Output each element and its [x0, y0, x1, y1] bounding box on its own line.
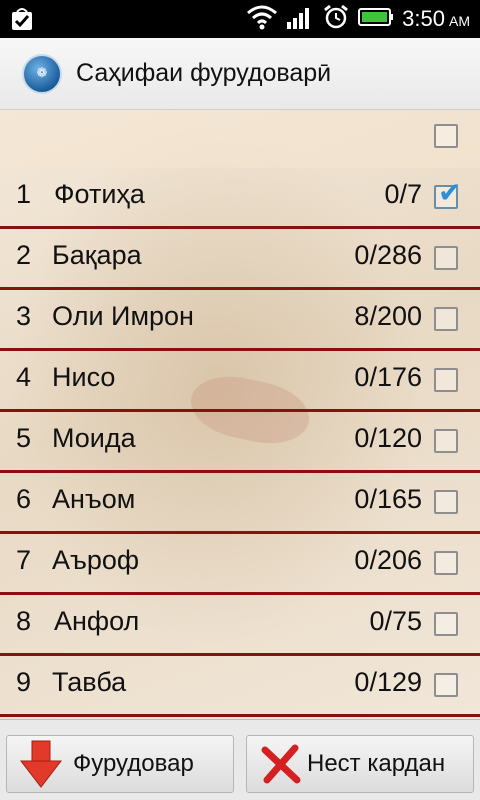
download-arrow-icon [19, 739, 63, 789]
surah-name: Анъом [52, 484, 136, 514]
quran-logo-icon: ❁ [22, 53, 62, 94]
surah-checkbox[interactable]: ✔ [434, 179, 461, 209]
surah-checkbox[interactable] [434, 551, 458, 575]
surah-row[interactable]: 4 Нисо 0/176 [0, 351, 480, 412]
surah-name: Оли Имрон [52, 301, 194, 331]
surah-name: Бақара [52, 240, 142, 270]
surah-number: 8 [16, 606, 32, 636]
surah-row[interactable]: 6 Анъом 0/165 [0, 473, 480, 534]
surah-progress: 0/129 [354, 667, 422, 697]
alarm-icon [322, 3, 350, 35]
battery-icon [358, 6, 394, 32]
surah-number: 3 [16, 301, 32, 331]
surah-number: 4 [16, 362, 32, 392]
checkmark-icon: ✔ [438, 176, 462, 209]
delete-button[interactable]: Нест кардан [246, 735, 474, 793]
surah-number: 9 [16, 667, 32, 697]
surah-progress: 8/200 [354, 301, 422, 331]
surah-progress: 0/120 [354, 423, 422, 453]
status-bar: 3:50 AM [0, 0, 480, 38]
surah-row[interactable]: 3 Оли Имрон 8/200 [0, 290, 480, 351]
surah-checkbox[interactable] [434, 307, 458, 331]
surah-name: Анфол [54, 606, 140, 636]
surah-number: 7 [16, 545, 32, 575]
surah-name: Фотиҳа [54, 179, 145, 209]
surah-progress: 0/75 [369, 606, 422, 636]
surah-checkbox[interactable] [434, 490, 458, 514]
surah-checkbox[interactable] [434, 673, 458, 697]
surah-progress: 0/286 [354, 240, 422, 270]
page-title: Саҳифаи фурудоварӣ [76, 59, 332, 87]
notification-check-icon [10, 6, 34, 36]
surah-progress: 0/165 [354, 484, 422, 514]
surah-checkbox[interactable] [434, 429, 458, 453]
surah-name: Нисо [52, 362, 116, 392]
surah-checkbox[interactable] [434, 246, 458, 270]
signal-icon [286, 4, 314, 34]
delete-label: Нест кардан [307, 750, 446, 777]
surah-row[interactable]: 7 Аъроф 0/206 [0, 534, 480, 595]
bottom-action-bar: Фурудовар Нест кардан [0, 719, 480, 800]
wifi-icon [246, 4, 278, 34]
download-button[interactable]: Фурудовар [6, 735, 234, 793]
surah-number: 6 [16, 484, 32, 514]
surah-checkbox[interactable] [434, 612, 458, 636]
surah-checkbox[interactable] [434, 368, 458, 392]
app-bar: ❁ Саҳифаи фурудоварӣ [0, 38, 480, 110]
surah-progress: 0/176 [354, 362, 422, 392]
surah-progress: 0/7 [384, 179, 422, 209]
surah-list: 1 Фотиҳа 0/7 ✔ 2 Бақара 0/286 3 Оли Имрон 8/200 4 Н… [0, 110, 480, 719]
surah-row[interactable]: 9 Тавба 0/129 [0, 656, 480, 717]
surah-number: 5 [16, 423, 32, 453]
surah-number: 2 [16, 240, 32, 270]
surah-row[interactable]: 1 Фотиҳа 0/7 ✔ [0, 168, 480, 229]
surah-name: Аъроф [52, 545, 140, 575]
download-label: Фурудовар [73, 750, 194, 777]
surah-row[interactable]: 2 Бақара 0/286 [0, 229, 480, 290]
surah-name: Тавба [52, 667, 127, 697]
select-all-row [0, 110, 480, 168]
surah-number: 1 [16, 179, 32, 209]
select-all-checkbox[interactable] [434, 124, 458, 148]
surah-progress: 0/206 [354, 545, 422, 575]
delete-x-icon [261, 744, 301, 784]
surah-row[interactable]: 5 Моида 0/120 [0, 412, 480, 473]
clock: 3:50 AM [402, 6, 470, 31]
surah-name: Моида [52, 423, 136, 453]
surah-row[interactable]: 8 Анфол 0/75 [0, 595, 480, 656]
